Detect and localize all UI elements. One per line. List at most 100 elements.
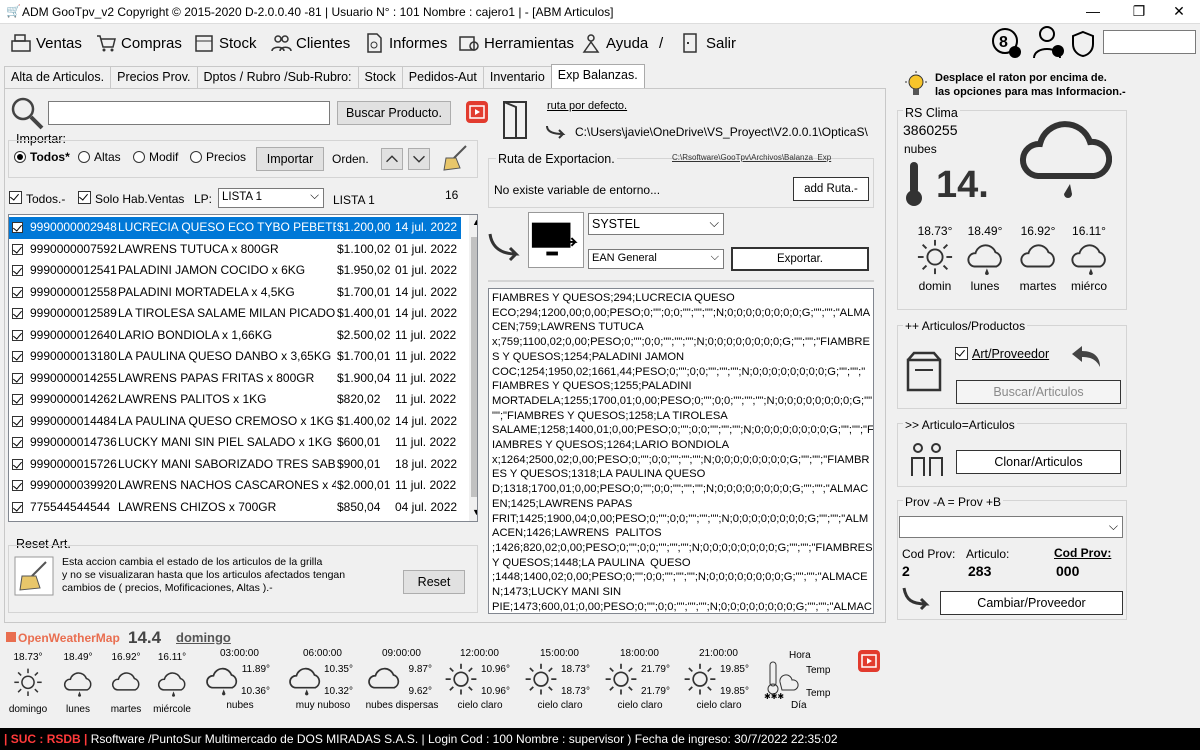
tab-pedidos-aut[interactable]: Pedidos-Aut bbox=[401, 66, 484, 88]
table-row[interactable]: 9990000002948 LUCRECIA QUESO ECO TYBO PEB… bbox=[9, 217, 461, 239]
ruta-link[interactable]: C:\Rsoftware\GooTpv\Archivos\Balanza_Exp bbox=[672, 153, 831, 162]
menu-herramientas[interactable]: Herramientas bbox=[458, 32, 574, 54]
reset-broom-icon bbox=[14, 556, 54, 596]
menu-ventas[interactable]: Ventas bbox=[10, 32, 82, 54]
shield-icon[interactable] bbox=[1070, 30, 1096, 58]
table-row[interactable]: 9990000012558 PALADINI MORTADELA x 4,5KG $… bbox=[9, 282, 461, 304]
menu-compras[interactable]: Compras bbox=[95, 32, 182, 54]
table-row[interactable]: 9990000014484 LA PAULINA QUESO CREMOSO x … bbox=[9, 411, 461, 433]
art-proveedor-label: Art/Proveedor bbox=[972, 347, 1050, 361]
table-row[interactable]: 9990000013180 LA PAULINA QUESO DANBO x 3,… bbox=[9, 346, 461, 368]
buscar-articulos-button[interactable]: Buscar/Articulos bbox=[956, 380, 1121, 404]
table-row[interactable]: 9990000014262 LAWRENS PALITOS x 1KG $820,0… bbox=[9, 389, 461, 411]
video-play-icon[interactable] bbox=[466, 101, 488, 123]
default-path-text: C:\Users\javie\OneDrive\VS_Proyect\V2.0.… bbox=[575, 125, 868, 139]
table-row[interactable]: 9990000015726 LUCKY MANI SABORIZADO TRES … bbox=[9, 454, 461, 476]
clonar-articulos-button[interactable]: Clonar/Articulos bbox=[956, 450, 1121, 474]
brand-select[interactable]: SYSTEL ⌵ bbox=[588, 213, 724, 235]
reset-desc-1: Esta accion cambia el estado de los arti… bbox=[62, 556, 323, 568]
row-checkbox[interactable] bbox=[12, 243, 23, 255]
radio-modif[interactable]: Modif bbox=[133, 150, 178, 164]
menu-ayuda[interactable]: Ayuda bbox=[580, 32, 648, 54]
scroll-down-icon: ▼ bbox=[472, 507, 477, 517]
row-checkbox[interactable] bbox=[12, 480, 23, 491]
reset-button[interactable]: Reset bbox=[403, 570, 465, 594]
clock-icon[interactable]: 8 bbox=[990, 26, 1024, 60]
video-play-icon[interactable] bbox=[858, 650, 880, 672]
cart-icon bbox=[97, 35, 116, 52]
back-arrow-icon[interactable] bbox=[1070, 342, 1102, 370]
row-checkbox[interactable] bbox=[12, 415, 23, 427]
row-checkbox[interactable] bbox=[12, 308, 23, 319]
table-row[interactable]: 9990000012589 LA TIROLESA SALAME MILAN PI… bbox=[9, 303, 461, 325]
menu-separator: / bbox=[659, 34, 664, 52]
row-price: $820,02 bbox=[337, 392, 381, 406]
minimize-button[interactable]: — bbox=[1070, 0, 1116, 24]
add-ruta-button[interactable]: add Ruta.- bbox=[793, 177, 869, 201]
row-checkbox[interactable] bbox=[12, 286, 23, 298]
row-checkbox[interactable] bbox=[12, 458, 23, 470]
export-button[interactable]: Exportar. bbox=[731, 247, 869, 271]
radio-precios[interactable]: Precios bbox=[190, 150, 246, 164]
table-row[interactable]: 9990000014736 LUCKY MANI SIN PIEL SALADO … bbox=[9, 432, 461, 454]
default-path-link[interactable]: ruta por defecto. bbox=[547, 100, 627, 112]
lp-select[interactable]: LISTA 1 ⌵ bbox=[218, 188, 324, 208]
radio-altas[interactable]: Altas bbox=[78, 150, 121, 164]
import-button[interactable]: Importar bbox=[256, 147, 324, 171]
tab-dptos-rubro[interactable]: Dptos / Rubro /Sub-Rubro: bbox=[196, 66, 359, 88]
row-checkbox[interactable] bbox=[12, 501, 23, 513]
row-checkbox[interactable] bbox=[12, 351, 23, 362]
todos-checkbox[interactable] bbox=[9, 191, 22, 204]
row-checkbox[interactable] bbox=[12, 372, 23, 384]
prov-select[interactable]: ⌵ bbox=[899, 516, 1123, 538]
articles-grid[interactable]: 9990000002948 LUCRECIA QUESO ECO TYBO PEB… bbox=[8, 214, 478, 522]
user-info-icon[interactable] bbox=[1030, 24, 1066, 60]
row-checkbox[interactable] bbox=[12, 394, 23, 405]
door-icon bbox=[500, 100, 532, 140]
title-bar: 🛒 ADM GooTpv_v2 Copyright © 2015-2020 D-… bbox=[0, 0, 1200, 24]
search-input[interactable] bbox=[48, 101, 330, 125]
chevron-down-icon: ⌵ bbox=[709, 216, 719, 230]
sun-icon bbox=[912, 238, 958, 279]
table-row[interactable]: 9990000012640 LARIO BONDIOLA x 1,66KG $2.5… bbox=[9, 325, 461, 347]
menu-informes[interactable]: Informes bbox=[363, 32, 447, 54]
search-product-button[interactable]: Buscar Producto. bbox=[337, 101, 451, 125]
row-checkbox[interactable] bbox=[12, 222, 23, 233]
art-proveedor-checkbox[interactable] bbox=[955, 347, 968, 360]
table-row[interactable]: 9990000012541 PALADINI JAMON COCIDO x 6KG… bbox=[9, 260, 461, 282]
chevron-down-icon bbox=[413, 155, 425, 163]
clima-day: 18.49° lunes bbox=[962, 224, 1008, 293]
order-up-button[interactable] bbox=[381, 148, 403, 170]
tab-exp-balanzas[interactable]: Exp Balanzas. bbox=[550, 64, 645, 88]
export-text-area[interactable]: FIAMBRES Y QUESOS;294;LUCRECIA QUESO ECO… bbox=[488, 288, 874, 614]
scroll-thumb[interactable] bbox=[471, 237, 477, 497]
menu-clientes[interactable]: Clientes bbox=[270, 32, 350, 54]
table-row[interactable]: 9990000007592 LAWRENS TUTUCA x 800GR $1.10… bbox=[9, 239, 461, 261]
row-checkbox[interactable] bbox=[12, 329, 23, 341]
row-checkbox[interactable] bbox=[12, 265, 23, 276]
solo-hab-checkbox[interactable] bbox=[78, 191, 91, 204]
tab-precios-prov[interactable]: Precios Prov. bbox=[110, 66, 198, 88]
tab-alta-articulos[interactable]: Alta de Articulos. bbox=[4, 66, 112, 88]
cambiar-proveedor-button[interactable]: Cambiar/Proveedor bbox=[940, 591, 1123, 615]
table-row[interactable]: 9990000039920 LAWRENS NACHOS CASCARONES x… bbox=[9, 475, 461, 497]
order-down-button[interactable] bbox=[408, 148, 430, 170]
tab-inventario[interactable]: Inventario bbox=[482, 66, 552, 88]
row-checkbox[interactable] bbox=[12, 437, 23, 448]
menu-salir[interactable]: Salir bbox=[680, 32, 736, 54]
row-name: LUCKY MANI SABORIZADO TRES SABOR... bbox=[118, 456, 336, 471]
sun-icon bbox=[683, 662, 717, 699]
top-right-input[interactable] bbox=[1103, 30, 1196, 54]
close-button[interactable]: ✕ bbox=[1156, 0, 1200, 24]
svg-text:8: 8 bbox=[999, 34, 1008, 51]
menu-stock[interactable]: Stock bbox=[193, 32, 257, 54]
row-name: LAWRENS PAPAS FRITAS x 800GR bbox=[118, 370, 315, 385]
table-row[interactable]: 9990000014255 LAWRENS PAPAS FRITAS x 800G… bbox=[9, 368, 461, 390]
grid-scrollbar[interactable]: ▲ ▼ bbox=[469, 215, 477, 521]
table-row[interactable]: 775544544544 LAWRENS CHIZOS x 700GR $850,0… bbox=[9, 497, 461, 519]
tab-stock[interactable]: Stock bbox=[357, 66, 403, 88]
format-select[interactable]: EAN General ⌵ bbox=[588, 249, 724, 269]
broom-icon[interactable] bbox=[440, 142, 472, 174]
radio-todos[interactable]: Todos* bbox=[14, 150, 70, 164]
sun-icon bbox=[524, 662, 558, 699]
